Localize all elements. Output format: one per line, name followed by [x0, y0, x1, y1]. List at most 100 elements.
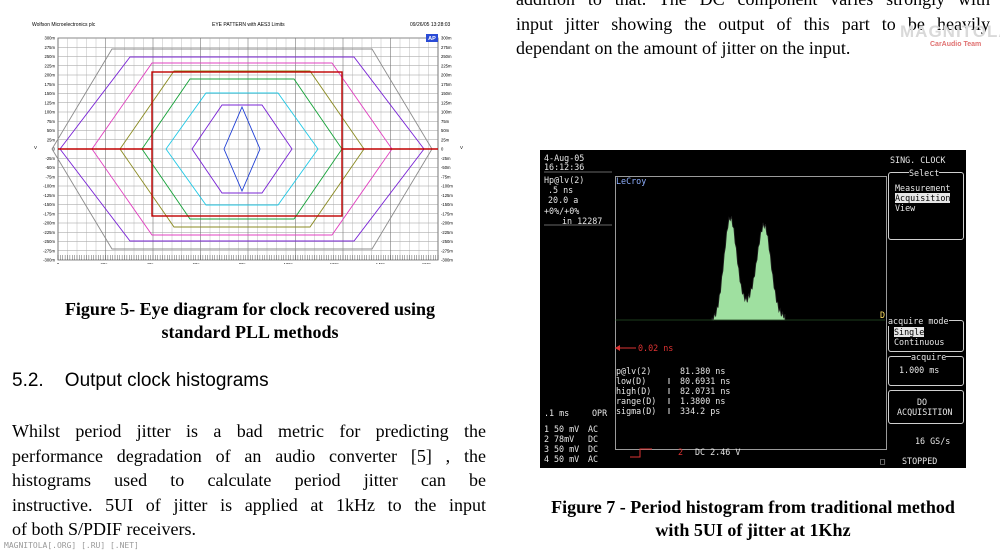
- body-line: performance degradation of an audio conv…: [12, 445, 486, 466]
- eye-y-tick-right: -275m: [441, 248, 453, 253]
- eye-y-tick-left: -75m: [45, 174, 55, 179]
- select-menu-title: Select: [909, 168, 940, 178]
- eye-y-tick-left: -100m: [43, 184, 55, 189]
- eye-y-axis-label-right: V: [460, 145, 463, 150]
- eye-y-tick-right: 100m: [441, 110, 452, 115]
- scope-time: 16:12:36: [544, 162, 585, 172]
- channel-volts: 50 mV: [554, 444, 580, 454]
- ap-logo-text: AP: [428, 36, 436, 42]
- eye-y-tick-left: -125m: [43, 193, 55, 198]
- scope-trace-param: Hp@lv(2): [544, 175, 585, 185]
- eye-header-left: Wolfson Microelectronics plc: [32, 22, 96, 28]
- watermark-logo: MAGNITOLA: [900, 22, 1000, 41]
- eye-y-tick-right: -225m: [441, 230, 453, 235]
- stat-label: low(D): [616, 376, 647, 386]
- eye-y-axis-label-left: V: [34, 145, 37, 150]
- acquire-box[interactable]: acquire 1.000 ms: [888, 352, 964, 386]
- menu-item-measurement[interactable]: Measurement: [895, 183, 950, 193]
- menu-item-acquisition[interactable]: Acquisition: [895, 193, 951, 203]
- eye-y-tick-left: -200m: [43, 221, 55, 226]
- acquire-mode-title: acquire mode: [888, 316, 949, 326]
- watermark-sub: CarAudio Team: [930, 41, 982, 48]
- channel-coupling: DC: [588, 444, 599, 454]
- scope-mode-title: SING. CLOCK: [890, 155, 946, 165]
- channel-num: 1: [544, 424, 550, 434]
- eye-y-tick-left: 125m: [45, 100, 56, 105]
- eye-x-tick: 140n: [376, 262, 386, 264]
- eye-y-tick-left: 50m: [47, 128, 56, 133]
- eye-y-tick-right: -250m: [441, 239, 453, 244]
- eye-y-tick-right: 50m: [441, 128, 450, 133]
- eye-diagram-figure: 300m 300m 275m 275m 250m 250m 225m 225m 200m 200m…: [30, 14, 470, 264]
- eye-y-tick-left: 300m: [45, 36, 56, 41]
- body-line: instructive. 5UI of jitter is applied at…: [12, 494, 486, 515]
- scope-param-count: in 12287: [562, 216, 603, 226]
- acquire-mode-single[interactable]: Single: [894, 327, 925, 337]
- trigger-edge-icon: [630, 448, 652, 458]
- body-line: histograms used to calculate period jitt…: [12, 470, 486, 490]
- eye-header-right: 09/26/05 13:28:03: [410, 22, 451, 28]
- stat-value: 81.380 ns: [680, 366, 726, 376]
- do-acquisition-button[interactable]: DO ACQUISITION: [888, 390, 964, 424]
- figure7-caption-line1: Figure 7 - Period histogram from traditi…: [551, 497, 955, 517]
- eye-y-tick-left: 200m: [45, 73, 56, 78]
- acquire-mode-box: acquire mode Single Continuous: [888, 316, 964, 352]
- acquire-title: acquire: [911, 352, 947, 362]
- eye-diagram-plot: 300m 300m 275m 275m 250m 250m 225m 225m 200m 200m…: [34, 34, 463, 264]
- body-line: of both S/PDIF receivers.: [12, 519, 196, 539]
- do-acquisition-line1: DO: [917, 397, 928, 407]
- channel-coupling: DC: [588, 434, 599, 444]
- eye-y-tick-right: 175m: [441, 82, 452, 87]
- eye-y-tick-left: -175m: [43, 211, 55, 216]
- histogram-shape: [711, 216, 786, 322]
- eye-x-tick: 80n: [239, 262, 247, 264]
- status-marker: □: [880, 456, 886, 466]
- eye-y-tick-right: 200m: [441, 73, 452, 78]
- figure5-caption: Figure 5- Eye diagram for clock recovere…: [20, 298, 480, 344]
- eye-x-tick: 40n: [147, 262, 155, 264]
- eye-y-tick-left: 225m: [45, 63, 56, 68]
- eye-y-tick-right: 25m: [441, 137, 450, 142]
- sample-rate: 16 GS/s: [915, 436, 951, 446]
- channel-volts: 50 mV: [554, 454, 580, 464]
- eye-y-tick-left: -150m: [43, 202, 55, 207]
- eye-x-tick: 120n: [330, 262, 340, 264]
- stat-label: range(D): [616, 396, 657, 406]
- section-heading: 5.2. Output clock histograms: [12, 370, 269, 391]
- eye-y-tick-right: 125m: [441, 100, 452, 105]
- acquire-value: 1.000 ms: [899, 365, 940, 375]
- eye-y-tick-right: -75m: [441, 174, 451, 179]
- eye-y-tick-right: -125m: [441, 193, 453, 198]
- scope-param-val1: .5 ns: [548, 185, 574, 195]
- watermark-bottom: MAGNITOLA[.ORG] [.RU] [.NET]: [4, 541, 139, 550]
- eye-y-tick-left: -275m: [43, 248, 55, 253]
- eye-x-tick: 20n: [101, 262, 109, 264]
- eye-y-tick-left: 175m: [45, 82, 56, 87]
- status-text: STOPPED: [902, 456, 938, 466]
- eye-x-tick: 0: [57, 262, 60, 264]
- scope-param-val2: 20.0 a: [548, 195, 579, 205]
- acquire-mode-continuous[interactable]: Continuous: [894, 337, 944, 347]
- cursor-arrow-head: [615, 345, 620, 351]
- eye-y-tick-right: 150m: [441, 91, 452, 96]
- stat-label: sigma(D): [616, 406, 657, 416]
- cursor-label: 0.02 ns: [638, 343, 674, 353]
- stat-value: 80.6931 ns: [680, 376, 731, 386]
- eye-y-tick-right: -50m: [441, 165, 451, 170]
- eye-x-tick: 60n: [193, 262, 201, 264]
- figure5-caption-line1: Figure 5- Eye diagram for clock recovere…: [64, 299, 436, 319]
- eye-y-tick-right: -175m: [441, 211, 453, 216]
- figure7-caption: Figure 7 - Period histogram from traditi…: [510, 496, 996, 542]
- menu-item-view[interactable]: View: [895, 203, 915, 213]
- scope-param-range: +0%/+0%: [544, 206, 580, 216]
- eye-y-tick-left: -50m: [45, 165, 55, 170]
- eye-y-tick-right: 250m: [441, 54, 452, 59]
- channel-num: 4: [544, 454, 550, 464]
- channel-volts: 78mV: [554, 434, 575, 444]
- eye-y-tick-left: -25m: [45, 156, 55, 161]
- eye-y-tick-right: 275m: [441, 45, 452, 50]
- stat-value: 334.2 ps: [680, 406, 721, 416]
- eye-y-tick-right: -100m: [441, 184, 453, 189]
- eye-x-tick: 100n: [284, 262, 294, 264]
- opr-label: OPR: [592, 408, 608, 418]
